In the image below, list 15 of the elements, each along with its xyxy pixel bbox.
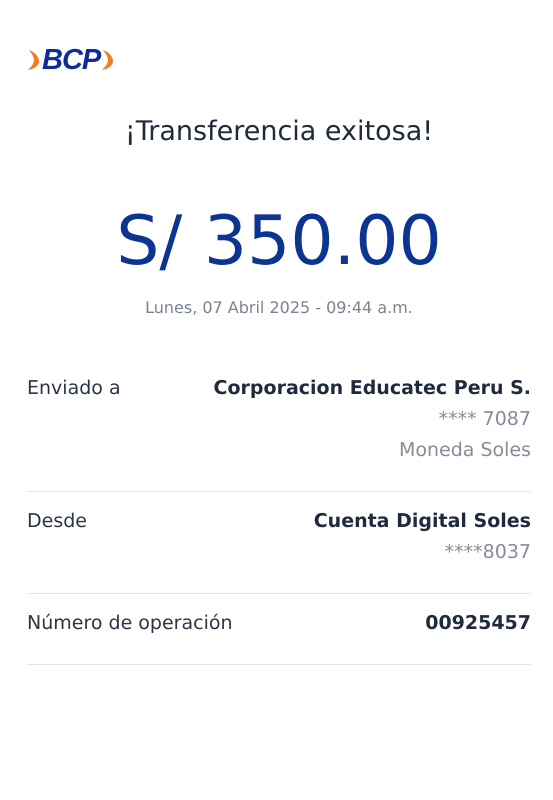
detail-value: Moneda Soles xyxy=(398,439,531,461)
amount: S/ 350.00 xyxy=(115,202,443,282)
date-time: Lunes, 07 Abril 2025 - 09:44 a.m. xyxy=(144,298,414,317)
success-title: ¡Transferencia exitosa! xyxy=(124,116,434,147)
chevron-icon xyxy=(101,49,116,71)
detail-value: **** 7087 xyxy=(438,408,531,430)
detail-value: ****8037 xyxy=(444,541,531,563)
detail-label: Desde xyxy=(27,510,87,534)
detail-value: Cuenta Digital Soles xyxy=(314,510,531,532)
logo: BCP xyxy=(42,44,100,76)
detail-label: Número de operación xyxy=(27,612,233,634)
detail-value: Corporacion Educatec Peru S. xyxy=(214,377,531,399)
chevron-icon xyxy=(27,49,41,71)
detail-label: Enviado a xyxy=(27,377,121,401)
detail-value: 00925457 xyxy=(425,612,531,634)
